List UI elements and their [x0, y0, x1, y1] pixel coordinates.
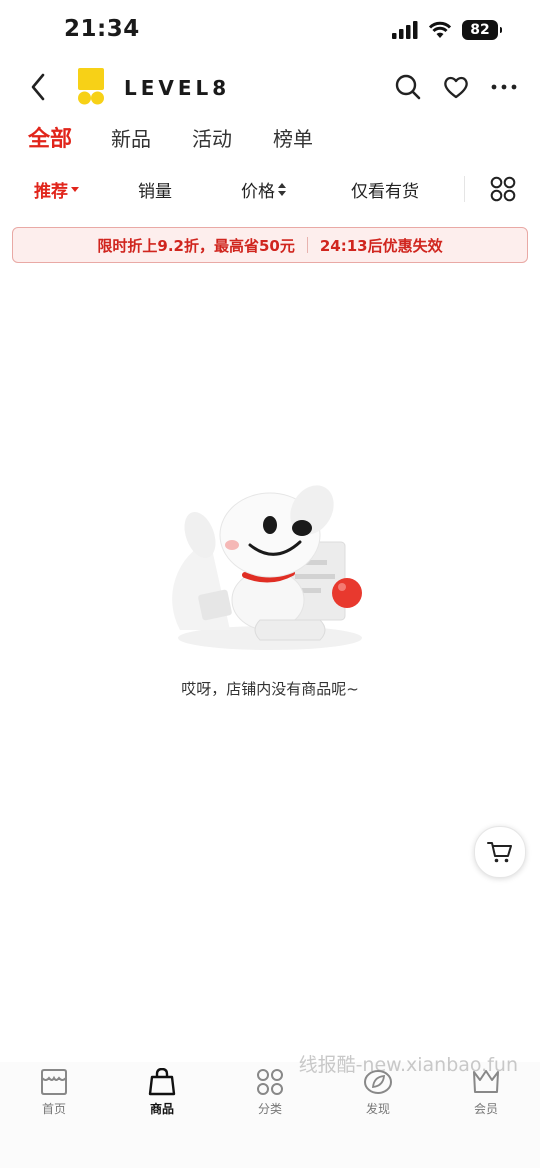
nav-discover[interactable]: 发现 [338, 1068, 418, 1117]
empty-mascot-illustration [172, 485, 362, 650]
back-arrow-icon[interactable] [28, 72, 48, 102]
nav-products[interactable]: 商品 [122, 1068, 202, 1117]
shop-logo[interactable] [76, 68, 106, 106]
promo-text: 限时折上9.2折，最高省50元 [97, 236, 295, 255]
nav-products-label: 商品 [149, 1102, 174, 1116]
category-grid-icon [257, 1069, 283, 1095]
heart-icon[interactable] [442, 73, 470, 101]
more-icon[interactable] [490, 73, 518, 101]
nav-discover-label: 发现 [365, 1102, 390, 1116]
floating-cart-button[interactable] [474, 826, 526, 878]
status-time: 21:34 [64, 16, 140, 42]
nav-home[interactable]: 首页 [14, 1068, 94, 1117]
promo-countdown: 24:13后优惠失效 [319, 236, 443, 255]
tab-activity[interactable]: 活动 [192, 123, 232, 152]
filter-in-stock[interactable]: 仅看有货 [351, 177, 419, 202]
sort-price-label: 价格 [241, 182, 275, 202]
crown-icon [473, 1070, 499, 1093]
promo-banner[interactable]: 限时折上9.2折，最高省50元 24:13后优惠失效 [12, 227, 528, 263]
sort-divider [464, 176, 465, 202]
sort-sales[interactable]: 销量 [138, 177, 172, 202]
wifi-icon [428, 21, 452, 38]
cellular-signal-icon [392, 21, 418, 39]
tab-new[interactable]: 新品 [111, 123, 151, 152]
promo-divider [306, 237, 308, 253]
search-icon[interactable] [394, 73, 422, 101]
nav-home-label: 首页 [41, 1102, 66, 1116]
sort-recommend[interactable]: 推荐 [34, 177, 79, 202]
battery-indicator: 82 [462, 20, 502, 40]
shopping-bag-icon [148, 1068, 176, 1096]
shop-name[interactable]: LEVEL8 [124, 76, 230, 100]
storefront-icon [41, 1069, 67, 1095]
nav-member[interactable]: 会员 [446, 1068, 526, 1117]
caret-down-icon [71, 186, 79, 192]
cart-icon [487, 842, 512, 863]
grid-view-icon[interactable] [490, 176, 516, 202]
sort-price[interactable]: 价格 [241, 177, 286, 202]
tab-all[interactable]: 全部 [28, 121, 72, 153]
nav-member-label: 会员 [473, 1102, 498, 1116]
leaf-icon [364, 1070, 392, 1094]
nav-category-label: 分类 [257, 1102, 282, 1116]
sort-toggle-icon [278, 183, 286, 196]
status-icons: 82 [392, 20, 502, 40]
tab-ranking[interactable]: 榜单 [273, 123, 313, 152]
sort-recommend-label: 推荐 [34, 182, 68, 202]
nav-category[interactable]: 分类 [230, 1068, 310, 1117]
empty-state-message: 哎呀，店铺内没有商品呢~ [181, 680, 359, 698]
